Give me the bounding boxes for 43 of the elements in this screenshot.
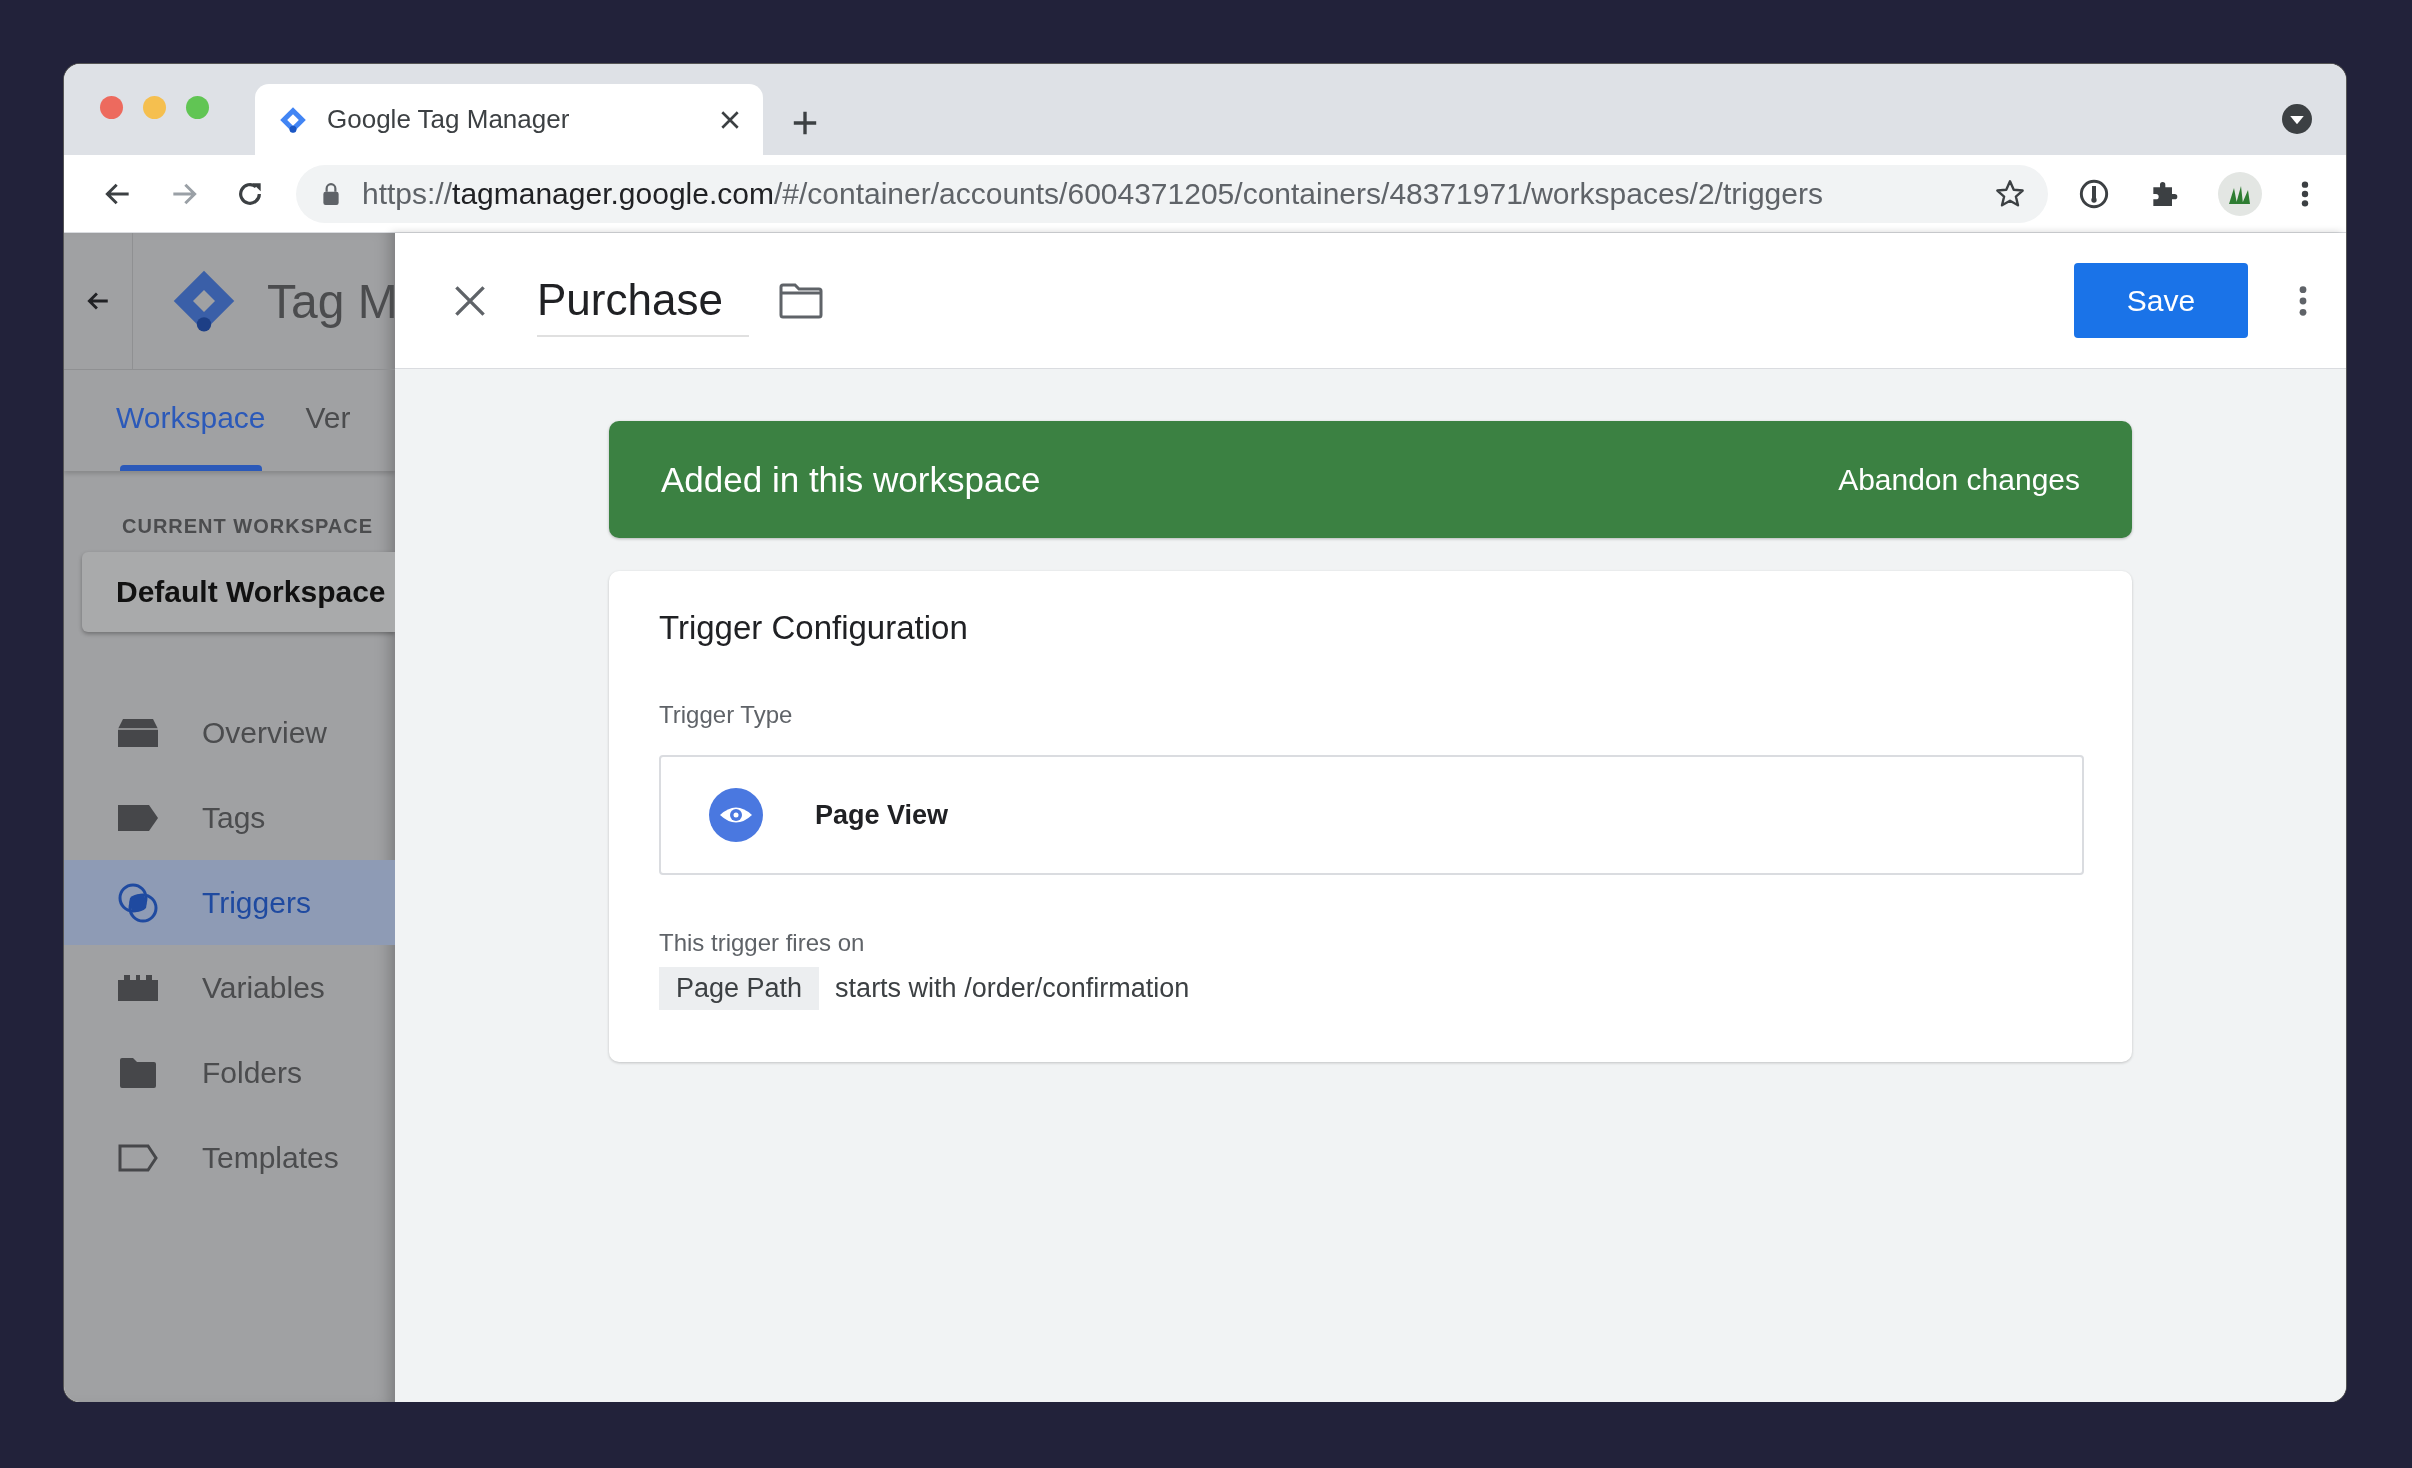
nav-item[interactable]: Folders xyxy=(64,1030,395,1115)
folder-icon xyxy=(119,1056,157,1089)
nav-tab[interactable]: Workspace xyxy=(116,370,266,471)
nav-item[interactable]: Overview xyxy=(64,690,395,775)
profile-avatar[interactable] xyxy=(2218,171,2262,216)
overlapping-circles-icon xyxy=(117,881,159,924)
nav-item[interactable]: Variables xyxy=(64,945,395,1030)
trigger-type-selector[interactable]: Page View xyxy=(659,755,2084,875)
app-title: Tag M xyxy=(267,273,395,329)
workspace-selector[interactable]: Default Workspace xyxy=(82,552,395,632)
address-bar[interactable]: https://tagmanager.google.com/#/container/accounts/6004371205/containers/48371971/workspaces/2/triggers xyxy=(296,164,2048,223)
trigger-type-name: Page View xyxy=(815,799,949,831)
tray-icon xyxy=(117,716,159,749)
new-tab-icon[interactable] xyxy=(791,109,819,137)
nav-item[interactable]: Tags xyxy=(64,775,395,860)
nav-item[interactable]: Templates xyxy=(64,1115,395,1200)
tab-title: Google Tag Manager xyxy=(327,104,571,135)
field-label: This trigger fires on xyxy=(659,929,866,957)
more-menu-icon[interactable] xyxy=(2298,283,2308,318)
folder-outline-icon[interactable] xyxy=(778,282,823,319)
diamond-logo-icon xyxy=(171,268,237,334)
banner-text: Added in this workspace xyxy=(661,459,1041,500)
section-label: CURRENT WORKSPACE xyxy=(122,515,375,538)
eye-icon xyxy=(709,788,763,842)
dropdown-icon[interactable] xyxy=(2282,104,2312,134)
save-button[interactable]: Save xyxy=(2074,263,2248,338)
abandon-changes-button[interactable]: Abandon changes xyxy=(1838,462,2080,497)
brick-icon xyxy=(117,973,159,1002)
condition-text: starts with /order/confirmation xyxy=(835,973,1190,1004)
tag-outline-icon xyxy=(118,1143,158,1172)
lock-icon xyxy=(322,181,340,206)
tag-icon xyxy=(117,803,159,832)
diamond-logo-icon xyxy=(279,105,307,134)
url-text: https://tagmanager.google.com/#/container/accounts/6004371205/containers/48371971/workspaces/2/triggers xyxy=(362,176,1824,211)
browser-tab[interactable]: Google Tag Manager xyxy=(255,84,763,155)
nav-item[interactable]: Triggers xyxy=(64,860,395,945)
card-title: Trigger Configuration xyxy=(659,609,969,647)
trigger-name-field[interactable]: Purchase xyxy=(537,264,749,337)
variable-chip: Page Path xyxy=(659,967,820,1010)
field-label: Trigger Type xyxy=(659,701,794,729)
password-key-icon[interactable] xyxy=(2078,177,2110,210)
close-icon[interactable] xyxy=(453,283,487,318)
nav-tab[interactable]: Ver xyxy=(305,370,351,471)
